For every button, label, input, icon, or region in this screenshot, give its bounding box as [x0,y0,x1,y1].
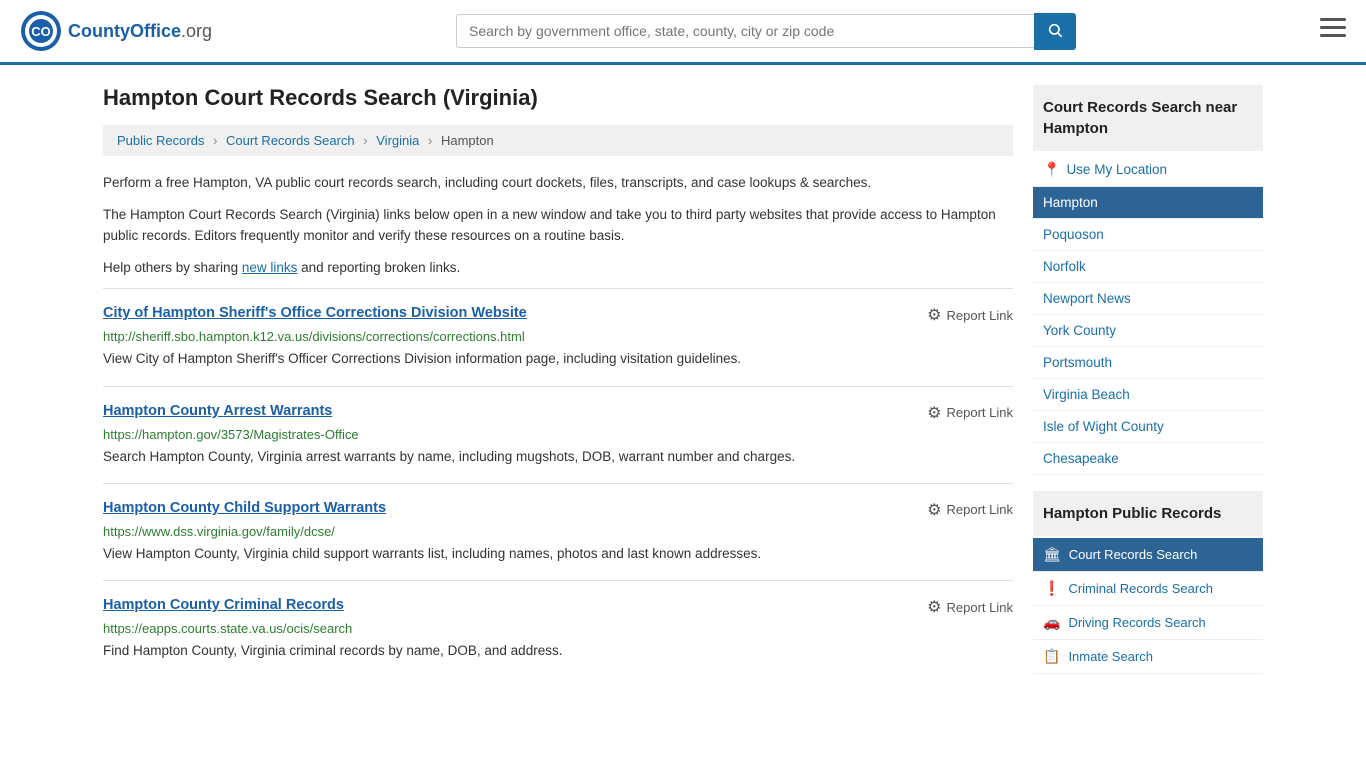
new-links-link[interactable]: new links [242,260,298,275]
search-input[interactable] [456,14,1034,48]
report-icon: ⚙ [927,597,941,617]
search-button[interactable] [1034,13,1076,50]
sidebar-item-york-county[interactable]: York County [1033,315,1263,347]
search-area [456,13,1076,50]
sidebar-record-driving[interactable]: 🚗 Driving Records Search [1033,606,1263,640]
sidebar-record-court[interactable]: 🏛 Court Records Search [1033,538,1263,572]
use-my-location-link[interactable]: Use My Location [1066,162,1167,177]
report-link-button[interactable]: ⚙ Report Link [927,403,1013,423]
record-item: Hampton County Child Support Warrants ⚙ … [103,483,1013,580]
sidebar-item-norfolk[interactable]: Norfolk [1033,251,1263,283]
record-url: http://sheriff.sbo.hampton.k12.va.us/div… [103,329,1013,344]
court-icon: 🏛 [1043,546,1061,563]
svg-text:CO: CO [31,24,51,39]
breadcrumb-public-records[interactable]: Public Records [117,133,204,148]
sidebar-public-records-title: Hampton Public Records [1033,491,1263,536]
record-item: City of Hampton Sheriff's Office Correct… [103,288,1013,385]
description-3: Help others by sharing new links and rep… [103,257,1013,279]
logo-text: CountyOffice.org [68,21,212,42]
report-link-button[interactable]: ⚙ Report Link [927,305,1013,325]
logo-icon: CO [20,10,62,52]
sidebar-record-inmate[interactable]: 📋 Inmate Search [1033,640,1263,674]
breadcrumb: Public Records › Court Records Search › … [103,125,1013,156]
record-description: Search Hampton County, Virginia arrest w… [103,447,1013,467]
breadcrumb-virginia[interactable]: Virginia [376,133,419,148]
report-link-button[interactable]: ⚙ Report Link [927,500,1013,520]
record-title-link[interactable]: Hampton County Criminal Records [103,597,344,613]
sidebar-item-isle-of-wight[interactable]: Isle of Wight County [1033,411,1263,443]
record-title-link[interactable]: City of Hampton Sheriff's Office Correct… [103,305,527,321]
breadcrumb-current: Hampton [441,133,494,148]
sidebar: Court Records Search near Hampton 📍 Use … [1033,85,1263,677]
records-list: City of Hampton Sheriff's Office Correct… [103,288,1013,677]
sidebar-record-criminal[interactable]: ❗ Criminal Records Search [1033,572,1263,606]
sidebar-item-hampton[interactable]: Hampton [1033,187,1263,219]
content-area: Hampton Court Records Search (Virginia) … [103,85,1013,677]
record-description: View Hampton County, Virginia child supp… [103,544,1013,564]
record-url: https://www.dss.virginia.gov/family/dcse… [103,524,1013,539]
hamburger-menu-icon[interactable] [1320,18,1346,44]
logo-area[interactable]: CO CountyOffice.org [20,10,212,52]
record-item: Hampton County Criminal Records ⚙ Report… [103,580,1013,677]
report-icon: ⚙ [927,500,941,520]
record-url: https://eapps.courts.state.va.us/ocis/se… [103,621,1013,636]
main-container: Hampton Court Records Search (Virginia) … [83,65,1283,697]
sidebar-use-location[interactable]: 📍 Use My Location [1033,153,1263,187]
header: CO CountyOffice.org [0,0,1366,65]
inmate-icon: 📋 [1043,648,1060,665]
breadcrumb-court-records[interactable]: Court Records Search [226,133,355,148]
sidebar-item-newport-news[interactable]: Newport News [1033,283,1263,315]
criminal-icon: ❗ [1043,580,1060,597]
sidebar-item-poquoson[interactable]: Poquoson [1033,219,1263,251]
report-icon: ⚙ [927,305,941,325]
sidebar-nearby-title: Court Records Search near Hampton [1033,85,1263,151]
page-title: Hampton Court Records Search (Virginia) [103,85,1013,111]
report-icon: ⚙ [927,403,941,423]
record-description: Find Hampton County, Virginia criminal r… [103,641,1013,661]
sidebar-item-portsmouth[interactable]: Portsmouth [1033,347,1263,379]
sidebar-item-virginia-beach[interactable]: Virginia Beach [1033,379,1263,411]
description-1: Perform a free Hampton, VA public court … [103,172,1013,194]
record-title-link[interactable]: Hampton County Child Support Warrants [103,500,386,516]
record-title-link[interactable]: Hampton County Arrest Warrants [103,403,332,419]
location-pin-icon: 📍 [1043,161,1060,178]
sidebar-item-chesapeake[interactable]: Chesapeake [1033,443,1263,475]
record-item: Hampton County Arrest Warrants ⚙ Report … [103,386,1013,483]
record-url: https://hampton.gov/3573/Magistrates-Off… [103,427,1013,442]
report-link-button[interactable]: ⚙ Report Link [927,597,1013,617]
search-icon [1047,22,1063,38]
driving-icon: 🚗 [1043,614,1060,631]
sidebar-public-records-section: Hampton Public Records 🏛 Court Records S… [1033,491,1263,674]
description-2: The Hampton Court Records Search (Virgin… [103,204,1013,247]
record-description: View City of Hampton Sheriff's Officer C… [103,349,1013,369]
